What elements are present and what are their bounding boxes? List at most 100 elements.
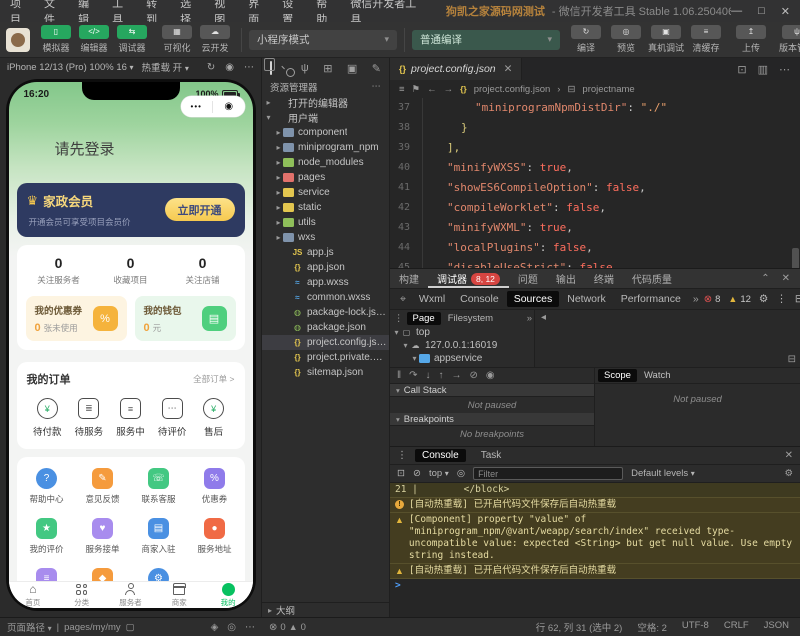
menu-grid-item[interactable]: ♥ 服务接单 xyxy=(75,518,131,555)
tree-item[interactable]: ◍ package-lock.json xyxy=(262,305,389,320)
tree-item[interactable]: JS app.js xyxy=(262,245,389,260)
filter-input[interactable] xyxy=(473,467,623,480)
git-branch-icon[interactable]: ψ xyxy=(301,62,309,74)
expand-icon[interactable]: ⊟ xyxy=(788,354,796,365)
nav-back-icon[interactable]: ← xyxy=(427,84,437,95)
more-actions-icon[interactable]: ⋯ xyxy=(779,63,790,76)
status-item[interactable]: UTF-8 xyxy=(682,620,709,634)
tree-item[interactable]: {} sitemap.json xyxy=(262,365,389,380)
tree-item[interactable]: ▸ wxs xyxy=(262,230,389,245)
vip-activate-button[interactable]: 立即开通 xyxy=(165,198,235,221)
kebab-menu-icon[interactable]: ⋮ xyxy=(392,313,406,324)
page-tab[interactable]: Page xyxy=(407,312,441,325)
tree-item[interactable]: {} app.json xyxy=(262,260,389,275)
debugger-tab[interactable]: 代码质量 xyxy=(623,269,681,288)
menu-grid-item[interactable]: ☏ 联系客服 xyxy=(131,468,187,505)
simulator-header-icon[interactable]: ◉ xyxy=(225,62,234,73)
close-tab-icon[interactable]: ✕ xyxy=(504,63,513,75)
files-icon[interactable] xyxy=(270,62,272,74)
tree-item[interactable]: ▸ miniprogram_npm xyxy=(262,140,389,155)
tree-item[interactable]: ▾ ▢ top xyxy=(390,326,534,339)
toolbar-button[interactable]: ▦ 可视化 xyxy=(158,25,196,54)
order-status-item[interactable]: ¥ 售后 xyxy=(193,398,235,438)
toolbar-button[interactable]: ☁ 云开发 xyxy=(196,25,234,54)
filesystem-tab[interactable]: Filesystem xyxy=(442,312,499,325)
debugger-tab[interactable]: 构建 xyxy=(390,269,428,288)
devtools-tab[interactable]: Console xyxy=(453,291,506,307)
order-status-item[interactable]: ≣ 待服务 xyxy=(68,398,110,438)
devtools-tab[interactable]: Wxml xyxy=(412,291,452,307)
toolbar-button[interactable]: ⇆ 调试器 xyxy=(113,25,151,54)
editor-tab[interactable]: {} project.config.json ✕ xyxy=(390,58,522,80)
status-item[interactable]: CRLF xyxy=(724,620,749,634)
warning-count-icon[interactable]: ▲ xyxy=(289,622,298,632)
toolbar-button[interactable]: ↥ 上传 xyxy=(732,25,770,54)
stat-item[interactable]: 0 关注服务者 xyxy=(23,255,95,286)
tree-item[interactable]: ▸ node_modules xyxy=(262,155,389,170)
debugger-tab[interactable]: 调试器 8, 12 xyxy=(428,269,509,288)
status-tool-icon[interactable]: ◈ xyxy=(211,622,219,633)
tree-item[interactable]: ▾ 用户端 xyxy=(262,110,389,125)
close-console-icon[interactable]: ✕ xyxy=(785,450,793,461)
tree-item[interactable]: ▸ component xyxy=(262,125,389,140)
page-path-select[interactable]: 页面路径 ▾ xyxy=(7,620,52,634)
debugger-tab[interactable]: 输出 xyxy=(547,269,585,288)
breadcrumb-file[interactable]: project.config.json xyxy=(474,84,551,95)
menu-grid-item[interactable]: ● 服务地址 xyxy=(187,518,243,555)
maximize-button[interactable]: □ xyxy=(758,5,765,18)
debugger-tab[interactable]: 终端 xyxy=(585,269,623,288)
tree-item[interactable]: ▾ appservice xyxy=(390,352,534,365)
toolbar-button[interactable]: ψ 版本管理 xyxy=(778,25,800,54)
eye-icon[interactable]: ◎ xyxy=(457,468,465,479)
console-messages[interactable]: 21 | </block>![自动热重载] 已开启代码文件保存后自动热重载▲[C… xyxy=(390,483,800,617)
debug-control-icon[interactable]: ↓ xyxy=(426,370,431,381)
stat-item[interactable]: 0 收藏项目 xyxy=(95,255,167,286)
context-select[interactable]: top ▾ xyxy=(429,468,449,479)
device-select[interactable]: iPhone 12/13 (Pro) 100% 16 ▾ xyxy=(7,62,134,73)
status-item[interactable]: 行 62, 列 31 (选中 2) xyxy=(536,620,623,634)
tree-item[interactable]: ▸ service xyxy=(262,185,389,200)
tree-item[interactable]: {} project.private.config.js... xyxy=(262,350,389,365)
menu-grid-item[interactable]: % 优惠券 xyxy=(187,468,243,505)
toolbar-button[interactable]: ≡ 清缓存 xyxy=(687,25,725,54)
order-status-item[interactable]: ¥ 待付款 xyxy=(27,398,69,438)
extensions-icon[interactable]: ▣ xyxy=(347,62,357,75)
debug-control-icon[interactable]: ↑ xyxy=(439,370,444,381)
nav-forward-icon[interactable]: → xyxy=(444,84,454,95)
task-tab[interactable]: Task xyxy=(474,449,509,462)
menu-grid-item[interactable]: ★ 我的评价 xyxy=(19,518,75,555)
dock-side-icon[interactable]: ⊟ xyxy=(795,293,800,305)
tab-mine[interactable]: 我的 xyxy=(204,582,253,608)
tree-item[interactable]: ≈ app.wxss xyxy=(262,275,389,290)
debug-control-icon[interactable]: ⊘ xyxy=(470,370,478,381)
compile-mode-select[interactable]: 普通编译▾ xyxy=(412,30,560,50)
menu-grid-item[interactable]: ? 帮助中心 xyxy=(19,468,75,505)
tab-home[interactable]: ⌂ 首页 xyxy=(9,582,58,608)
hot-reload-toggle[interactable]: 热重载 开 ▾ xyxy=(142,60,189,74)
order-status-item[interactable]: ⋯ 待评价 xyxy=(151,398,193,438)
tree-item[interactable]: ▸ static xyxy=(262,200,389,215)
wallet-card[interactable]: 我的钱包 0元 ▤ xyxy=(135,296,236,341)
order-status-item[interactable]: ≡ 服务中 xyxy=(110,398,152,438)
debug-control-icon[interactable]: ↷ xyxy=(409,370,417,381)
tab-overflow-icon[interactable]: » xyxy=(527,313,532,324)
breakpoints-header[interactable]: ▾Breakpoints xyxy=(390,413,594,426)
log-levels-select[interactable]: Default levels ▾ xyxy=(631,468,695,479)
status-item[interactable]: 空格: 2 xyxy=(637,620,667,634)
toolbar-button[interactable]: ◎ 预览 xyxy=(607,25,645,54)
debug-control-icon[interactable]: ◉ xyxy=(486,370,495,381)
more-actions-icon[interactable]: ⋯ xyxy=(372,81,382,92)
collapse-navigator-icon[interactable]: ◂ xyxy=(541,312,546,323)
breadcrumb-node[interactable]: projectname xyxy=(582,84,634,95)
toolbar-button[interactable]: </> 编辑器 xyxy=(75,25,113,54)
close-button[interactable]: ✕ xyxy=(781,5,790,18)
scope-tab[interactable]: Scope xyxy=(598,369,637,382)
wallet-card[interactable]: 我的优惠券 0张未使用 % xyxy=(26,296,127,341)
settings-gear-icon[interactable]: ⚙ xyxy=(759,293,768,305)
console-sidebar-icon[interactable]: ⊡ xyxy=(397,468,405,479)
debug-control-icon[interactable]: ‖ xyxy=(397,370,401,381)
tree-item[interactable]: ≈ common.wxss xyxy=(262,290,389,305)
scrollbar-thumb[interactable] xyxy=(792,248,799,268)
tab-category[interactable]: 分类 xyxy=(57,582,106,608)
outline-section[interactable]: ▸ 大纲 xyxy=(262,602,389,617)
